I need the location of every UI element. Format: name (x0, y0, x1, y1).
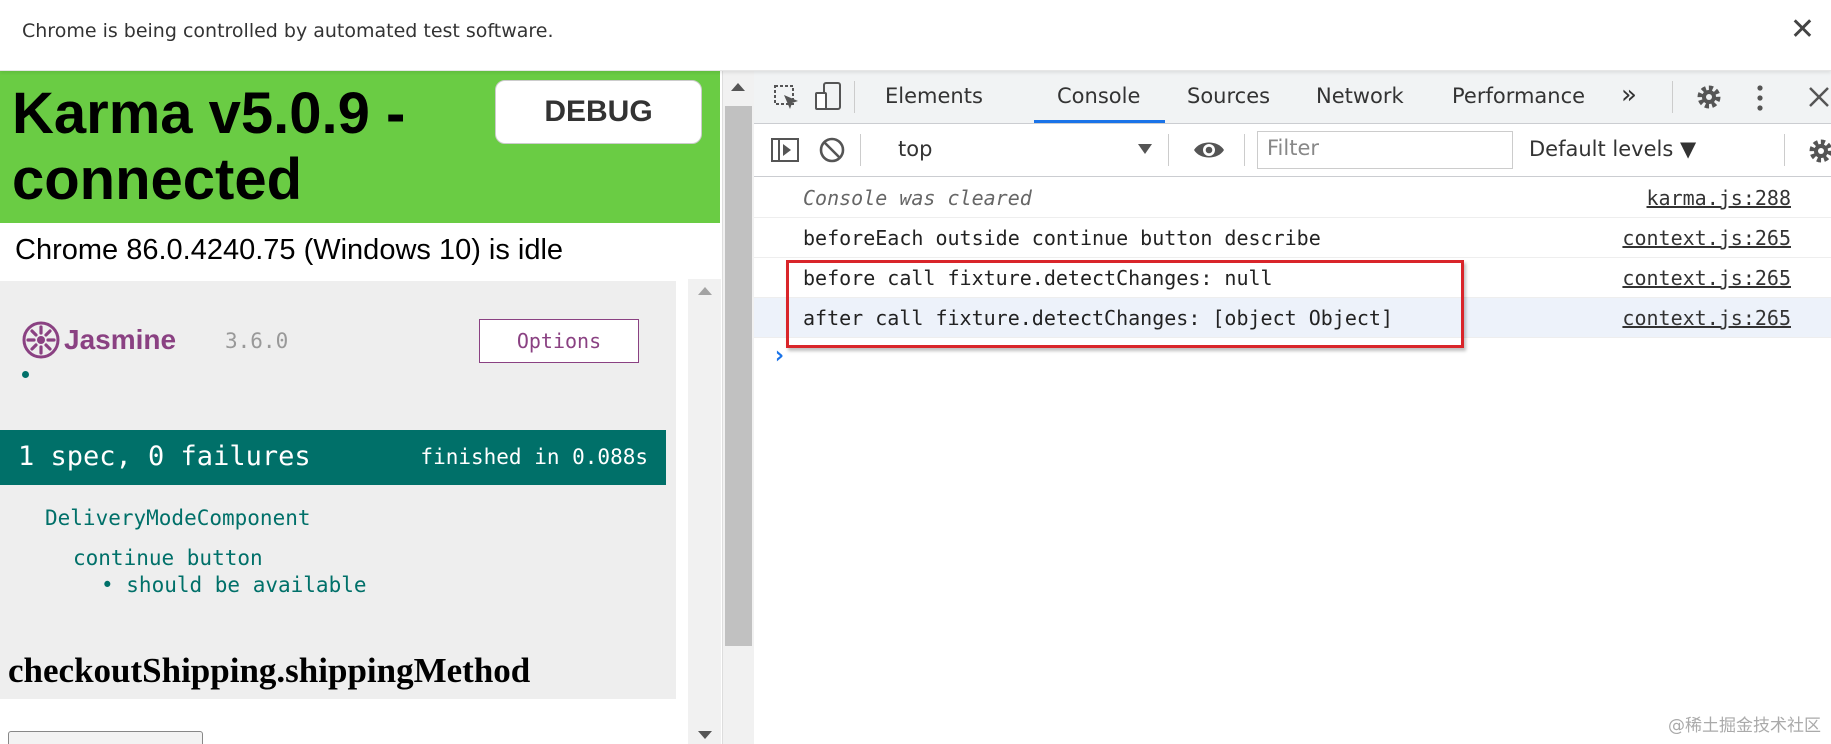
page-scrollbar[interactable] (722, 71, 755, 744)
debug-button[interactable]: DEBUG (495, 80, 702, 144)
console-settings-icon[interactable] (1806, 136, 1831, 166)
tab-sources[interactable]: Sources (1187, 84, 1270, 108)
console-source-link[interactable]: karma.js:288 (1647, 186, 1792, 210)
console-filter-input[interactable]: Filter (1257, 131, 1513, 169)
show-sidebar-icon[interactable] (770, 137, 800, 163)
infobar-close-icon[interactable]: ✕ (1790, 12, 1815, 47)
toolbar-separator (854, 81, 855, 113)
tab-network[interactable]: Network (1316, 84, 1404, 108)
spec-link[interactable]: • should be available (101, 573, 367, 597)
devtools-panel: Elements Console Sources Network Perform… (754, 71, 1831, 744)
inspect-element-icon[interactable] (772, 83, 802, 113)
context-dropdown-icon[interactable] (1138, 144, 1152, 154)
automation-message: Chrome is being controlled by automated … (22, 20, 554, 42)
highlight-annotation-box (786, 260, 1464, 348)
console-prompt-icon[interactable]: › (772, 341, 786, 369)
console-source-link[interactable]: context.js:265 (1622, 306, 1791, 330)
scroll-down-icon[interactable] (698, 731, 712, 739)
suite-link[interactable]: DeliveryModeComponent (45, 506, 311, 530)
tab-elements[interactable]: Elements (885, 84, 983, 108)
more-options-icon[interactable] (1754, 83, 1766, 113)
console-message-text: Console was cleared (803, 186, 1032, 210)
browser-status: Chrome 86.0.4240.75 (Windows 10) is idle (15, 234, 564, 266)
jasmine-reporter: Jasmine 3.6.0 Options 1 spec, 0 failures… (0, 281, 676, 699)
device-toolbar-icon[interactable] (814, 81, 844, 113)
scroll-up-icon[interactable] (731, 83, 745, 91)
page-heading: checkoutShipping.shippingMethod (8, 651, 531, 690)
clear-console-icon[interactable] (818, 136, 846, 164)
scroll-up-icon[interactable] (698, 287, 712, 295)
context-selector[interactable]: top (898, 137, 932, 161)
watermark: @稀土掘金技术社区 (1668, 716, 1821, 736)
console-source-link[interactable]: context.js:265 (1622, 266, 1791, 290)
spec-status-dot (22, 371, 29, 378)
iframe-scrollbar[interactable] (688, 279, 721, 744)
automation-infobar: Chrome is being controlled by automated … (0, 0, 1831, 71)
spec-count: 1 spec, 0 failures (18, 441, 311, 472)
close-devtools-icon[interactable] (1808, 85, 1830, 109)
tab-performance[interactable]: Performance (1452, 84, 1585, 108)
karma-title: Karma v5.0.9 - connected (12, 81, 406, 212)
toolbar-separator (1784, 134, 1785, 166)
jasmine-flower-icon (22, 321, 60, 359)
jasmine-logo-text: Jasmine (64, 324, 177, 355)
more-tabs-icon[interactable]: » (1621, 80, 1637, 110)
options-button[interactable]: Options (479, 319, 639, 363)
karma-page: Karma v5.0.9 - connected DEBUG Chrome 86… (0, 71, 722, 744)
devtools-tab-bar: Elements Console Sources Network Perform… (754, 71, 1831, 124)
jasmine-version: 3.6.0 (225, 329, 289, 353)
toolbar-separator (1244, 134, 1245, 166)
tab-console[interactable]: Console (1057, 84, 1140, 108)
console-message: Console was cleared karma.js:288 (754, 178, 1831, 218)
console-message-text: beforeEach outside continue button descr… (803, 226, 1321, 250)
toolbar-separator (1672, 81, 1673, 113)
toolbar-separator (1168, 134, 1169, 166)
log-levels-dropdown[interactable]: Default levels ▼ (1529, 137, 1696, 161)
console-source-link[interactable]: context.js:265 (1622, 226, 1791, 250)
karma-banner: Karma v5.0.9 - connected DEBUG (0, 71, 720, 223)
active-tab-indicator (1034, 120, 1165, 123)
jasmine-logo: Jasmine (22, 321, 176, 359)
toolbar-separator (860, 134, 861, 166)
console-toolbar: top Filter Default levels ▼ (754, 124, 1831, 177)
live-expression-eye-icon[interactable] (1192, 138, 1226, 162)
scrollbar-thumb[interactable] (725, 106, 752, 646)
sub-suite-link[interactable]: continue button (73, 546, 263, 570)
console-message: beforeEach outside continue button descr… (754, 218, 1831, 258)
settings-gear-icon[interactable] (1694, 82, 1724, 112)
partial-button[interactable] (8, 731, 203, 744)
duration: finished in 0.088s (420, 445, 648, 469)
results-summary-bar: 1 spec, 0 failures finished in 0.088s (0, 430, 666, 485)
